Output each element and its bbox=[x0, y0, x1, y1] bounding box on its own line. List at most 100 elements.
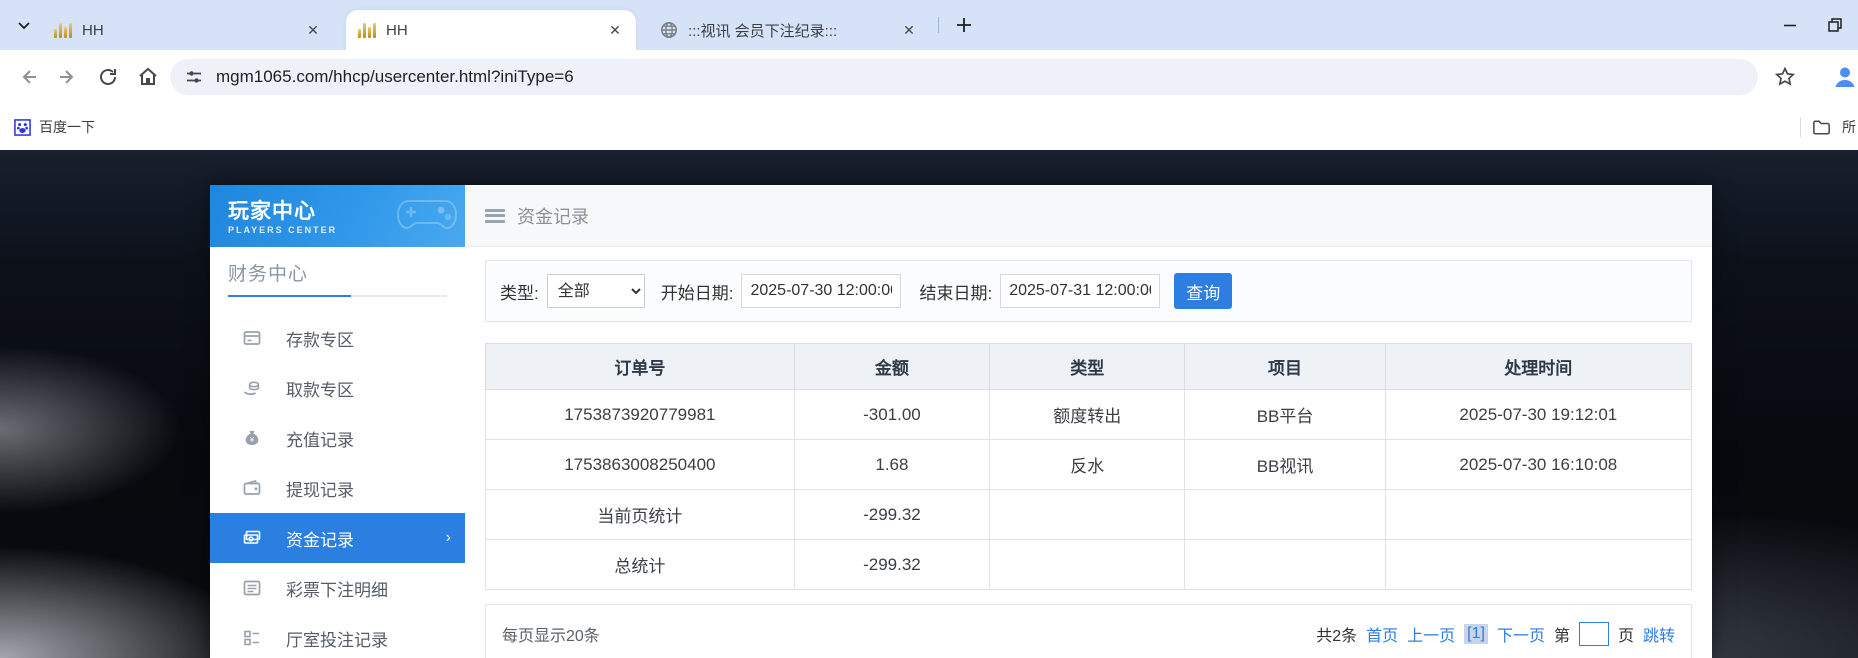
banknotes-icon bbox=[242, 528, 262, 548]
funds-record-table: 订单号 金额 类型 项目 处理时间 1753873920779981 -301.… bbox=[485, 343, 1693, 590]
cell-empty bbox=[1184, 489, 1386, 540]
browser-tab-strip: HH ✕ HH ✕ :::视讯 会员下注纪录::: ✕ bbox=[0, 0, 1858, 50]
tab-hh-2-active[interactable]: HH ✕ bbox=[346, 10, 636, 50]
tab-close-icon[interactable]: ✕ bbox=[302, 19, 324, 41]
sidebar-item-label: 充值记录 bbox=[286, 430, 354, 450]
address-bar[interactable]: mgm1065.com/hhcp/usercenter.html?iniType… bbox=[170, 59, 1758, 95]
forward-icon[interactable] bbox=[56, 65, 80, 89]
bookmarks-divider bbox=[1800, 117, 1801, 137]
end-date-input[interactable] bbox=[1000, 274, 1161, 308]
gamepad-icon bbox=[395, 191, 459, 235]
grid-list-icon bbox=[242, 628, 262, 648]
cell-project: BB平台 bbox=[1184, 389, 1386, 440]
sidebar-item-recharge-record[interactable]: ¥ 充值记录 bbox=[210, 413, 465, 463]
cell-summary-label: 当前页统计 bbox=[485, 489, 795, 540]
list-document-icon bbox=[242, 578, 262, 598]
sidebar-section: 财务中心 bbox=[210, 247, 465, 297]
tab-divider bbox=[938, 17, 939, 33]
cell-amount: -299.32 bbox=[793, 539, 991, 590]
bookmarks-bar: 百度一下 所 bbox=[0, 104, 1858, 150]
page-backdrop: 玩家中心 PLAYERS CENTER 财务中心 存款专区 取款专区 ¥ 充值记… bbox=[0, 150, 1858, 658]
cell-type: 反水 bbox=[989, 439, 1186, 490]
cell-type: 额度转出 bbox=[989, 389, 1186, 440]
sidebar-item-label: 资金记录 bbox=[286, 530, 354, 550]
cell-amount: -299.32 bbox=[793, 489, 991, 540]
player-center-panel: 玩家中心 PLAYERS CENTER 财务中心 存款专区 取款专区 ¥ 充值记… bbox=[210, 185, 1712, 658]
total-count-text: 共2条 bbox=[1316, 628, 1358, 645]
bookmark-star-icon[interactable] bbox=[1773, 65, 1797, 89]
col-header-process-time: 处理时间 bbox=[1384, 343, 1693, 390]
cell-amount: -301.00 bbox=[793, 389, 991, 440]
main-panel: 资金记录 类型: 全部 开始日期: 结束日期: 查询 bbox=[465, 185, 1712, 658]
type-label: 类型: bbox=[500, 283, 539, 303]
sidebar: 玩家中心 PLAYERS CENTER 财务中心 存款专区 取款专区 ¥ 充值记… bbox=[210, 185, 465, 658]
gold-bars-favicon-icon bbox=[358, 22, 376, 38]
sidebar-item-deposit-zone[interactable]: 存款专区 bbox=[210, 313, 465, 363]
bookmark-label: 百度一下 bbox=[39, 119, 95, 135]
site-settings-icon[interactable] bbox=[184, 67, 204, 87]
cell-empty bbox=[1384, 489, 1693, 540]
cell-empty bbox=[1184, 539, 1386, 590]
window-minimize-button[interactable] bbox=[1782, 17, 1798, 33]
sidebar-item-withdrawal-record[interactable]: 提现记录 bbox=[210, 463, 465, 513]
cell-amount: 1.68 bbox=[793, 439, 991, 490]
reload-icon[interactable] bbox=[96, 65, 120, 89]
baidu-paw-icon bbox=[14, 118, 31, 136]
col-header-project: 项目 bbox=[1184, 343, 1386, 390]
money-bag-icon: ¥ bbox=[242, 428, 262, 448]
start-date-input[interactable] bbox=[741, 274, 902, 308]
deposit-card-icon bbox=[242, 328, 262, 348]
page-title: 资金记录 bbox=[517, 206, 589, 227]
sidebar-item-withdraw-zone[interactable]: 取款专区 bbox=[210, 363, 465, 413]
prev-page-link[interactable]: 上一页 bbox=[1407, 622, 1455, 646]
all-bookmarks-label[interactable]: 所 bbox=[1842, 117, 1856, 137]
first-page-link[interactable]: 首页 bbox=[1366, 622, 1398, 646]
filter-bar: 类型: 全部 开始日期: 结束日期: 查询 bbox=[485, 260, 1692, 322]
home-icon[interactable] bbox=[136, 65, 160, 89]
table-row-total-summary: 总统计 -299.32 bbox=[485, 539, 1693, 590]
cell-time: 2025-07-30 19:12:01 bbox=[1384, 389, 1693, 440]
query-button[interactable]: 查询 bbox=[1174, 273, 1233, 309]
sidebar-item-lottery-bet-detail[interactable]: 彩票下注明细 bbox=[210, 563, 465, 613]
new-tab-button[interactable] bbox=[952, 13, 976, 37]
tab-title: HH bbox=[386, 21, 408, 39]
url-text[interactable]: mgm1065.com/hhcp/usercenter.html?iniType… bbox=[216, 67, 574, 87]
cell-summary-label: 总统计 bbox=[485, 539, 795, 590]
hand-coins-icon bbox=[242, 378, 262, 398]
jump-prefix-label: 第 bbox=[1553, 628, 1570, 645]
window-restore-button[interactable] bbox=[1826, 16, 1844, 34]
table-row-page-summary: 当前页统计 -299.32 bbox=[485, 489, 1693, 540]
next-page-link[interactable]: 下一页 bbox=[1497, 622, 1545, 646]
bookmark-baidu[interactable]: 百度一下 bbox=[14, 117, 95, 137]
sidebar-item-funds-record[interactable]: 资金记录 › bbox=[210, 513, 465, 563]
cell-empty bbox=[989, 489, 1186, 540]
tab-close-icon[interactable]: ✕ bbox=[604, 19, 626, 41]
col-header-type: 类型 bbox=[989, 343, 1186, 390]
cell-empty bbox=[989, 539, 1186, 590]
table-header-row: 订单号 金额 类型 项目 处理时间 bbox=[485, 343, 1693, 390]
current-page-badge: [1] bbox=[1464, 624, 1488, 644]
profile-avatar-icon[interactable] bbox=[1831, 63, 1858, 91]
tab-title: :::视讯 会员下注纪录::: bbox=[688, 22, 838, 40]
cell-time: 2025-07-30 16:10:08 bbox=[1384, 439, 1693, 490]
back-icon[interactable] bbox=[16, 65, 40, 89]
gold-bars-favicon-icon bbox=[54, 22, 72, 38]
sidebar-item-label: 彩票下注明细 bbox=[286, 580, 388, 600]
type-select[interactable]: 全部 bbox=[546, 274, 645, 308]
jump-suffix-label: 页 bbox=[1617, 628, 1634, 645]
browser-toolbar: mgm1065.com/hhcp/usercenter.html?iniType… bbox=[0, 50, 1858, 104]
sidebar-item-label: 提现记录 bbox=[286, 480, 354, 500]
wallet-icon bbox=[242, 478, 262, 498]
jump-button[interactable]: 跳转 bbox=[1643, 622, 1675, 646]
section-title: 财务中心 bbox=[228, 264, 309, 285]
tab-title: HH bbox=[82, 21, 104, 39]
page-jump-input[interactable] bbox=[1578, 622, 1609, 646]
sidebar-item-room-bet-record[interactable]: 厅室投注记录 bbox=[210, 613, 465, 658]
tab-hh-1[interactable]: HH ✕ bbox=[42, 10, 334, 50]
cell-order-no: 1753863008250400 bbox=[485, 439, 795, 490]
tab-video-records[interactable]: :::视讯 会员下注纪录::: ✕ bbox=[648, 10, 930, 50]
tab-search-chevron-icon[interactable] bbox=[14, 15, 34, 35]
all-bookmarks-folder-icon[interactable] bbox=[1811, 117, 1832, 138]
sidebar-header: 玩家中心 PLAYERS CENTER bbox=[210, 185, 465, 247]
tab-close-icon[interactable]: ✕ bbox=[898, 19, 920, 41]
